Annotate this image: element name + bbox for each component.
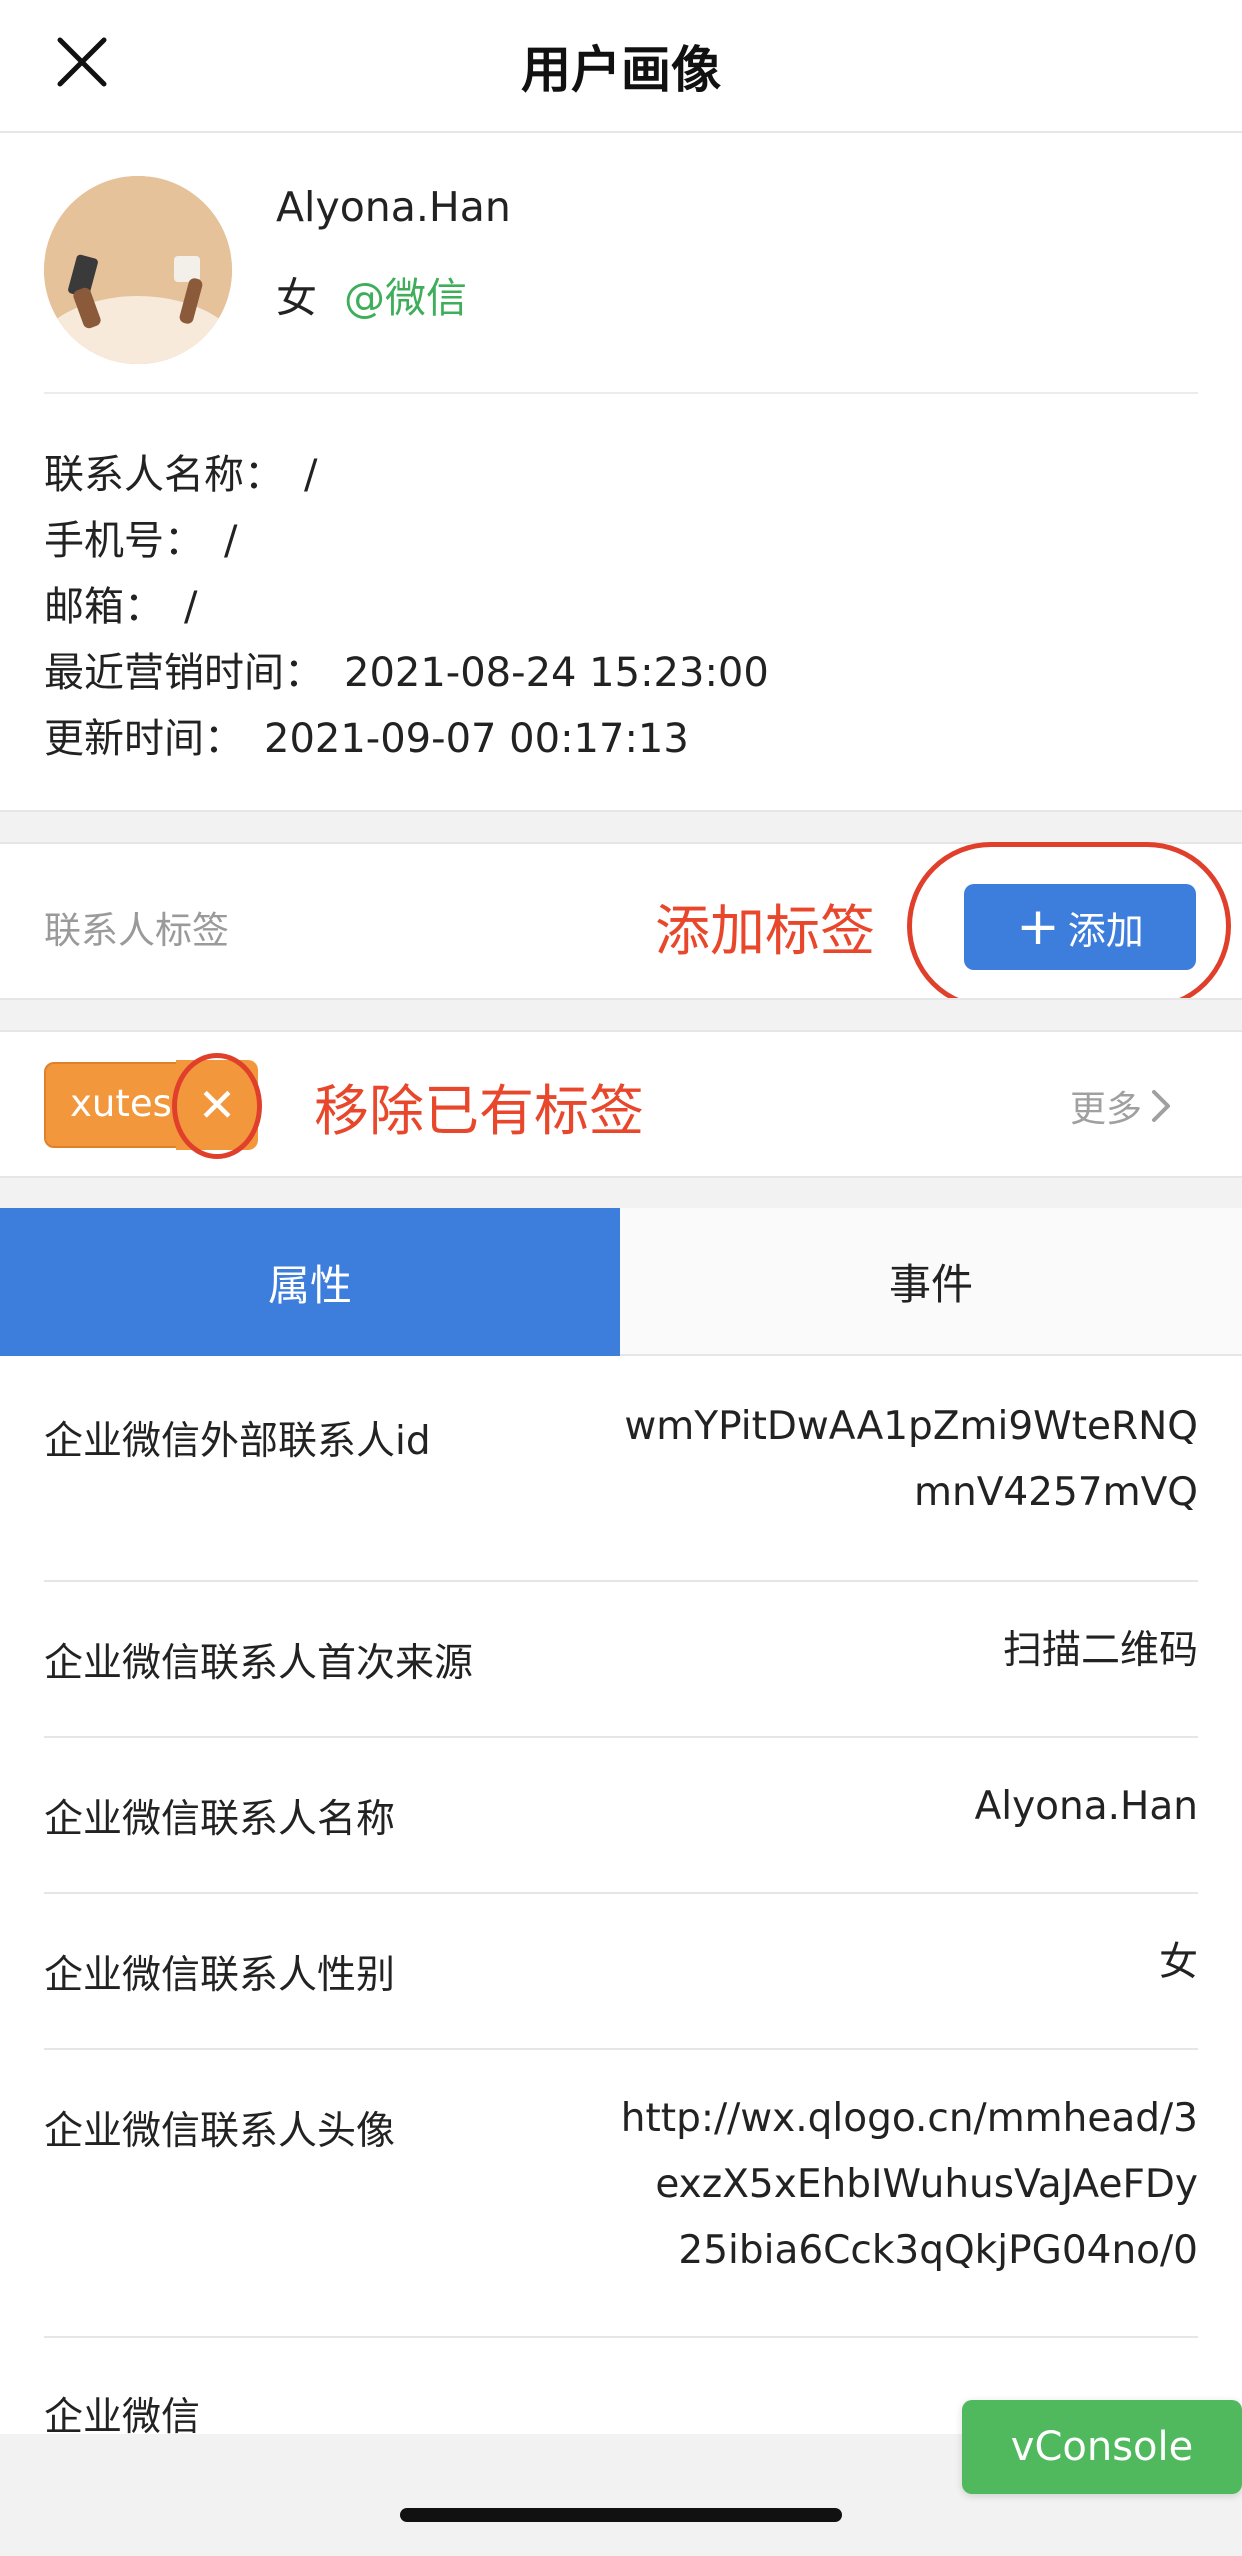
attribute-row: 企业微信联系人名称 Alyona.Han — [44, 1738, 1198, 1894]
info-value: / — [224, 518, 238, 564]
info-row-update-time: 更新时间： 2021-09-07 00:17:13 — [44, 706, 769, 772]
info-row-contact-name: 联系人名称： / — [44, 442, 769, 508]
attribute-value: 女 — [1158, 1940, 1198, 1985]
annotation-circle — [907, 842, 1231, 1010]
top-bar: 用户画像 — [0, 0, 1242, 133]
attribute-value: wmYPitDwAA1pZmi9WteRNQ mnV4257mVQ — [624, 1404, 1198, 1515]
info-row-phone: 手机号： / — [44, 508, 769, 574]
divider — [44, 392, 1198, 394]
attribute-row: 企业微信外部联系人id wmYPitDwAA1pZmi9WteRNQ mnV42… — [44, 1362, 1198, 1582]
info-label: 最近营销时间： — [44, 650, 324, 696]
attribute-value: 扫描二维码 — [1002, 1628, 1198, 1673]
attribute-row: 企业微信联系人首次来源 扫描二维码 — [44, 1582, 1198, 1738]
user-gender: 女 — [276, 274, 317, 322]
user-name: Alyona.Han — [276, 183, 511, 231]
info-label: 更新时间： — [44, 716, 244, 762]
info-label: 联系人名称： — [44, 452, 284, 498]
info-label: 邮箱： — [44, 584, 164, 630]
user-source: @微信 — [344, 274, 467, 322]
tag-chip-label: xutest — [70, 1082, 187, 1125]
info-value: / — [184, 584, 198, 630]
tags-section-label: 联系人标签 — [44, 909, 229, 952]
add-tag-annotation: 添加标签 — [655, 899, 876, 963]
section-gap — [0, 810, 1242, 844]
section-gap — [0, 998, 1242, 1032]
info-value: 2021-09-07 00:17:13 — [264, 716, 689, 762]
info-value: / — [304, 452, 318, 498]
info-row-email: 邮箱： / — [44, 574, 769, 640]
attribute-value: Alyona.Han — [974, 1784, 1198, 1829]
tab-events[interactable]: 事件 — [620, 1208, 1242, 1356]
attribute-row: 企业微信联系人头像 http://wx.qlogo.cn/mmhead/3 ex… — [44, 2050, 1198, 2338]
contact-info-list: 联系人名称： / 手机号： / 邮箱： / 最近营销时间： 2021-08-24 15:… — [44, 442, 769, 772]
attribute-key: 企业微信联系人头像 — [44, 2109, 396, 2154]
avatar — [44, 176, 232, 364]
home-indicator — [400, 2508, 842, 2522]
remove-tag-annotation: 移除已有标签 — [314, 1079, 645, 1143]
attribute-key: 企业微信外部联系人id — [44, 1419, 431, 1464]
vconsole-button[interactable]: vConsole — [962, 2400, 1242, 2494]
info-label: 手机号： — [44, 518, 204, 564]
page-title: 用户画像 — [521, 41, 721, 99]
attribute-key: 企业微信联系人性别 — [44, 1953, 396, 1998]
chevron-right-icon — [1152, 1090, 1171, 1122]
tab-label: 事件 — [888, 1259, 973, 1309]
attribute-key: 企业微信联系人名称 — [44, 1797, 396, 1842]
more-tags-label: 更多 — [1070, 1089, 1143, 1130]
more-tags-link[interactable]: 更多 — [1070, 1080, 1172, 1132]
info-row-last-marketing-time: 最近营销时间： 2021-08-24 15:23:00 — [44, 640, 769, 706]
attribute-row: 企业微信联系人性别 女 — [44, 1894, 1198, 2050]
section-gap — [0, 1176, 1242, 1208]
annotation-circle — [172, 1053, 262, 1159]
tab-label: 属性 — [267, 1260, 352, 1310]
attribute-key: 企业微信联系人首次来源 — [44, 1641, 474, 1686]
info-value: 2021-08-24 15:23:00 — [344, 650, 769, 696]
attribute-value: http://wx.qlogo.cn/mmhead/3 exzX5xEhbIWu… — [620, 2096, 1198, 2273]
tab-attributes[interactable]: 属性 — [0, 1208, 620, 1356]
